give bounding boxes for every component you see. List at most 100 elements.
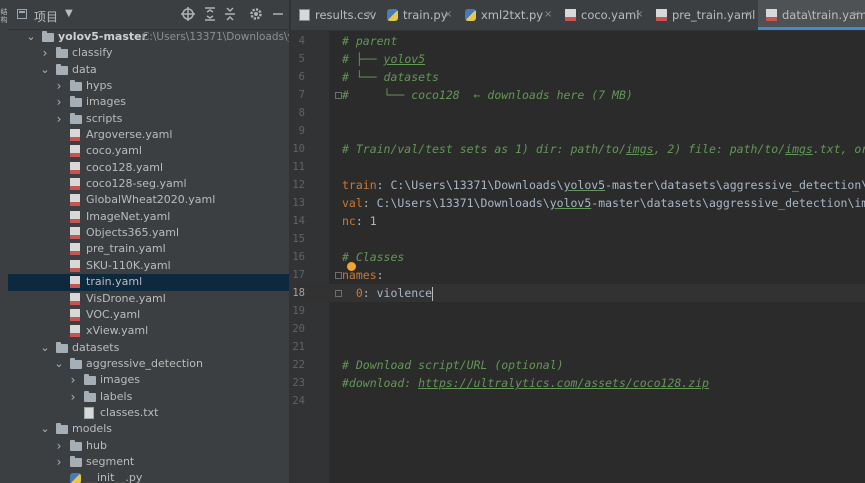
tree-item-visdrone-yaml[interactable]: VisDrone.yaml [8,291,289,307]
tree-item-datasets[interactable]: ⌄ datasets [8,340,289,356]
line-number: 23 [292,377,305,389]
close-icon[interactable]: × [852,9,860,20]
fold-marker-icon[interactable] [335,92,342,99]
close-icon[interactable]: × [635,9,643,20]
tree-item-hyps[interactable]: › hyps [8,78,289,94]
expand-all-icon[interactable] [202,6,218,22]
close-icon[interactable]: × [745,9,753,20]
code-line[interactable]: 12 train: C:\Users\13371\Downloads\yolov5… [291,176,865,194]
close-icon[interactable]: × [544,9,552,20]
tree-item-globalwheat2020-yaml[interactable]: GlobalWheat2020.yaml [8,192,289,208]
tree-item-images[interactable]: › images [8,372,289,388]
tab-results-csv[interactable]: results.csv × [291,0,379,30]
close-icon[interactable]: × [366,9,374,20]
code-line[interactable]: 6 # └── datasets [291,68,865,86]
fold-marker-icon[interactable] [335,272,342,279]
tree-item-hub[interactable]: › hub [8,438,289,454]
tree-item-labels[interactable]: › labels [8,389,289,405]
fold-marker-icon[interactable] [335,290,342,297]
chevron-down-icon[interactable]: ⌄ [40,62,50,78]
tree-item-pre-train-yaml[interactable]: pre_train.yaml [8,241,289,257]
editor-tabs: results.csv × train.py × xml2txt.py × coco.yam… [291,0,865,31]
code-line[interactable]: 13 val: C:\Users\13371\Downloads\yolov5-m… [291,194,865,212]
tree-item-sku-110k-yaml[interactable]: SKU-110K.yaml [8,258,289,274]
code-token: -master\datasets\aggressive_detection\im… [591,196,865,210]
code-token: : [376,268,384,282]
tab-pre-train-yaml[interactable]: pre_train.yaml × [648,0,758,30]
tree-item-label: scripts [86,111,123,125]
tree-item-coco-yaml[interactable]: coco.yaml [8,143,289,159]
code-line[interactable]: 23 #download: https://ultralytics.com/ass… [291,374,865,392]
project-view-title[interactable]: 项目 [34,8,58,25]
tree-item-train-yaml[interactable]: train.yaml [8,274,289,291]
chevron-down-icon[interactable]: ⌄ [26,29,36,45]
code-line[interactable]: 24 [291,392,865,410]
tree-item-classify[interactable]: › classify [8,45,289,61]
chevron-down-icon[interactable]: ⌄ [54,356,64,372]
collapse-all-icon[interactable] [222,6,238,22]
code-line[interactable]: 19 [291,302,865,320]
tree-item-init-py[interactable]: __init__.py [8,470,289,483]
chevron-right-icon[interactable]: › [54,111,64,127]
tree-item-aggressive-detection[interactable]: ⌄ aggressive_detection [8,356,289,372]
text-caret [432,286,434,301]
code-line[interactable]: 22 # Download script/URL (optional) [291,356,865,374]
tab-coco-yaml[interactable]: coco.yaml × [557,0,648,30]
line-number: 11 [292,161,305,173]
tree-item-objects365-yaml[interactable]: Objects365.yaml [8,225,289,241]
text-file-icon [84,406,94,419]
tree-item-path: C:\Users\13371\Downloads\yolov5- [142,31,289,43]
chevron-right-icon[interactable]: › [68,372,78,388]
tree-item-coco128-seg-yaml[interactable]: coco128-seg.yaml [8,176,289,192]
code-line[interactable]: 15 [291,230,865,248]
code-line[interactable]: 4 # parent [291,32,865,50]
tree-item-images[interactable]: › images [8,94,289,110]
chevron-right-icon[interactable]: › [54,454,64,470]
gear-icon[interactable] [248,6,264,22]
line-number: 15 [292,233,305,245]
code-line[interactable]: 21 [291,338,865,356]
code-line[interactable]: 7 # └── coco128 ← downloads here (7 MB) [291,86,865,104]
code-line[interactable]: 9 [291,122,865,140]
tree-item-segment[interactable]: › segment [8,454,289,470]
tree-item-classes-txt[interactable]: classes.txt [8,405,289,421]
code-line[interactable]: 20 [291,320,865,338]
tree-item-data[interactable]: ⌄ data [8,62,289,78]
tree-item-xview-yaml[interactable]: xView.yaml [8,323,289,339]
line-number: 19 [292,305,305,317]
tab-xml2txt-py[interactable]: xml2txt.py × [457,0,557,30]
code-line[interactable]: 5 # ├── yolov5 [291,50,865,68]
chevron-down-icon[interactable]: ⌄ [40,340,50,356]
tab-data-train-yaml[interactable]: data\train.yaml × [758,0,865,30]
code-token: names [342,268,377,282]
chevron-right-icon[interactable]: › [54,78,64,94]
code-line[interactable]: 17 names: [291,266,865,284]
tab-label: pre_train.yaml [672,8,756,22]
code-editor[interactable]: 4 # parent 5 # ├── yolov5 6 # └── datasets 7 # … [291,31,865,483]
code-line[interactable]: 18 0: violence [291,284,865,302]
close-icon[interactable]: × [444,9,452,20]
chevron-right-icon[interactable]: › [68,389,78,405]
chevron-right-icon[interactable]: › [54,94,64,110]
tab-train-py[interactable]: train.py × [379,0,457,30]
crosshair-icon[interactable] [180,6,196,22]
code-line[interactable]: 11 [291,158,865,176]
tree-item-coco128-yaml[interactable]: coco128.yaml [8,160,289,176]
tree-item-scripts[interactable]: › scripts [8,111,289,127]
tree-item-argoverse-yaml[interactable]: Argoverse.yaml [8,127,289,143]
chevron-right-icon[interactable]: › [54,438,64,454]
chevron-down-icon[interactable]: ▼ [65,8,73,19]
lightbulb-icon[interactable] [347,262,356,271]
code-line[interactable]: 16 # Classes [291,248,865,266]
line-number: 22 [292,359,305,371]
code-line[interactable]: 14 nc: 1 [291,212,865,230]
tree-item-voc-yaml[interactable]: VOC.yaml [8,307,289,323]
code-line[interactable]: 10 # Train/val/test sets as 1) dir: path/… [291,140,865,158]
tree-item-models[interactable]: ⌄ models [8,421,289,437]
chevron-down-icon[interactable]: ⌄ [40,421,50,437]
code-line[interactable]: 8 [291,104,865,122]
tree-item-imagenet-yaml[interactable]: ImageNet.yaml [8,209,289,225]
minimize-icon[interactable] [270,6,286,22]
tree-item-yolov5-master[interactable]: ⌄ yolov5-masterC:\Users\13371\Downloads\y… [8,29,289,45]
chevron-right-icon[interactable]: › [40,45,50,61]
